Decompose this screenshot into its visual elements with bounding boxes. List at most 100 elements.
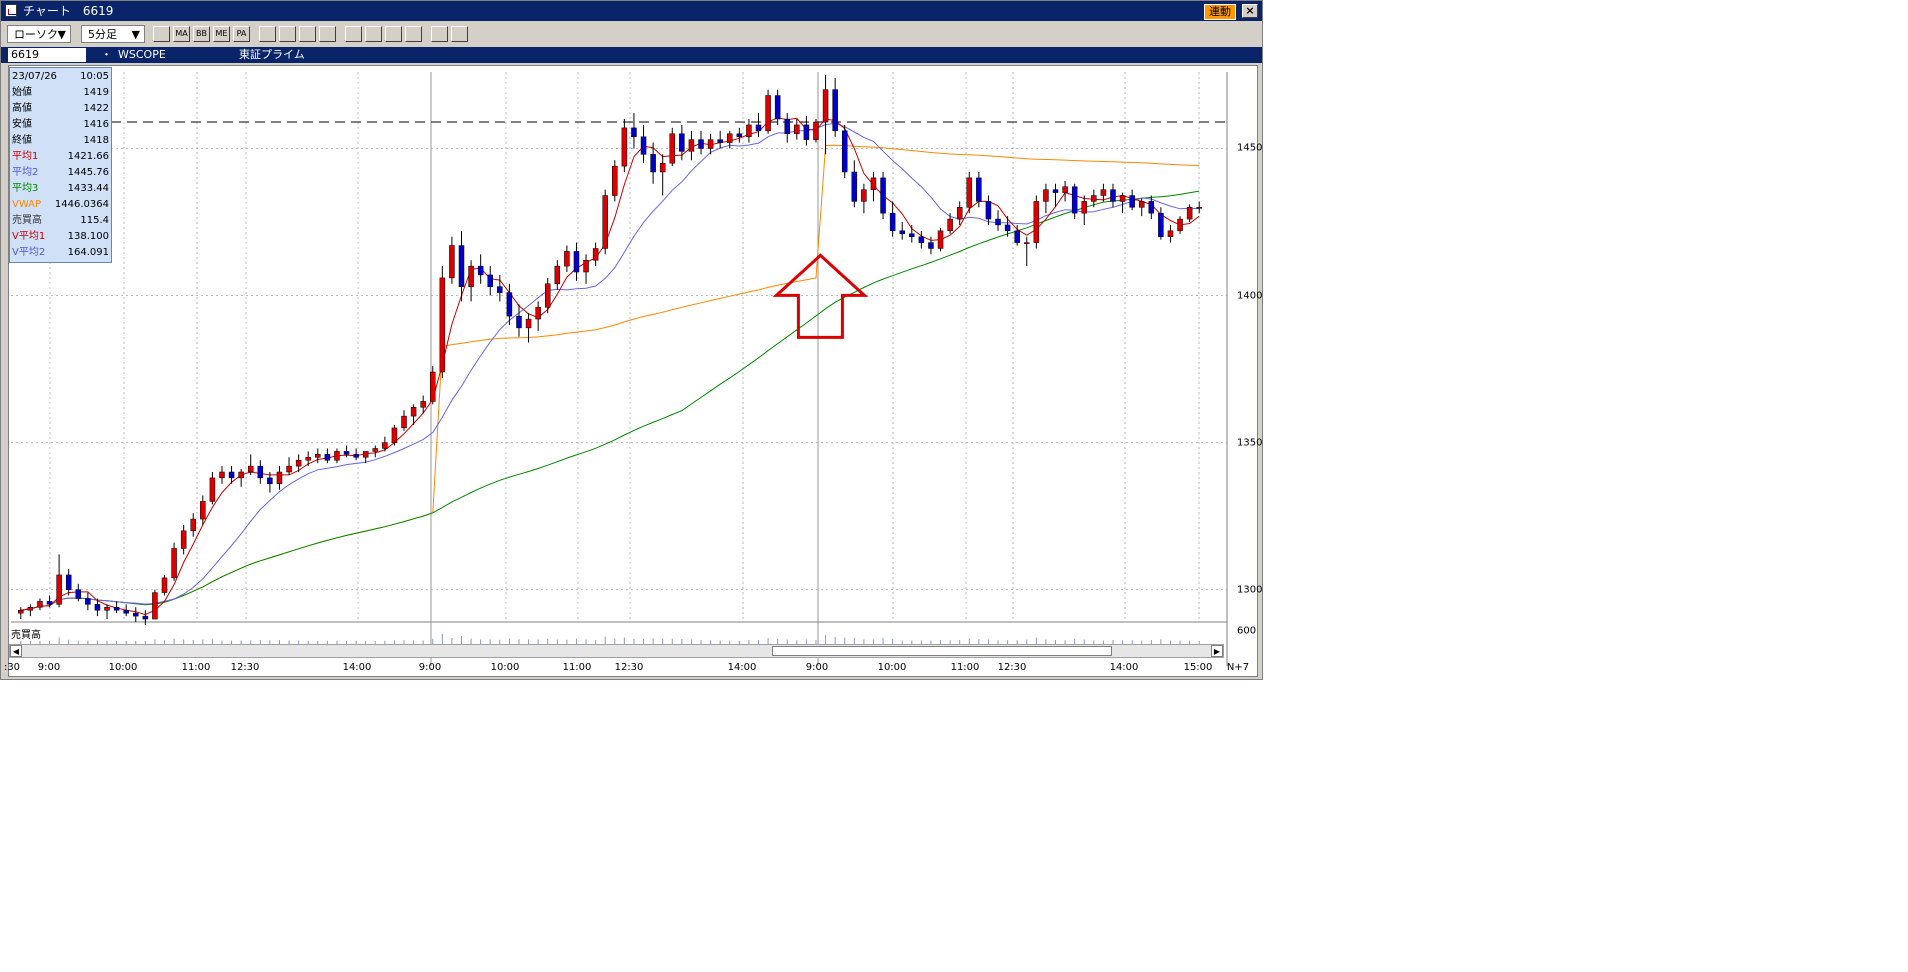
x-tick-label: 9:00 [418,662,442,673]
x-tick-label: 14:00 [342,662,372,673]
candle-body [1091,195,1097,202]
pencil-icon[interactable] [345,26,362,42]
chart-area[interactable]: 売買高 [8,65,1258,677]
info-row: VWAP 1446.0364 [12,197,109,213]
candle-body [573,251,580,273]
ma2-line [20,122,1200,611]
candle-body [650,154,656,173]
y-tick-label: 1300 [1237,584,1263,596]
search-zoom-icon[interactable] [431,26,448,42]
x-tick-label: 12:30 [614,662,644,673]
candle-body [219,471,225,479]
candle-body [458,245,465,287]
candlestick-chart[interactable]: 売買高 [9,66,1257,676]
x-tick-label: 14:00 [727,662,757,673]
y-tick-label: 1400 [1237,290,1263,302]
candle-body [525,318,532,329]
chevron-down-icon: ▼ [57,28,66,41]
info-date: 23/07/26 [12,71,57,82]
candle-body [18,609,24,614]
x-tick-label: 11:00 [950,662,980,673]
cursor-icon[interactable] [299,26,316,42]
info-label: 始値 [12,87,32,98]
candle-body [947,218,953,232]
ohlc-info-panel: 23/07/26 10:05 始値 1419 高値 1422 安値 1416 終値 1418 平… [9,67,112,263]
y-tick-label: 1350 [1237,437,1263,449]
candle-body [544,283,551,308]
cross-indicator-icon[interactable] [279,26,296,42]
candle-body [276,471,283,485]
title-bar[interactable]: チャート 6619 連動 × [1,1,1262,21]
candle-body [372,448,379,452]
candle-body [104,607,110,611]
toolbar: ローソク ▼ 5分足 ▼ MA BB ME PA [1,23,1262,45]
line-indicator-icon[interactable] [259,26,276,42]
scroll-right-icon[interactable]: ▶ [1211,645,1223,657]
symbol-code-input[interactable]: 6619 [8,48,86,62]
candle-body [755,124,762,132]
candle-body [1014,230,1020,243]
candle-body [180,530,187,549]
bar-chart-icon[interactable] [153,26,170,42]
info-label: 平均1 [12,151,39,162]
candle-body [1177,218,1183,232]
candle-body [362,451,369,458]
magnifier-icon[interactable] [319,26,336,42]
info-value: 1446.0364 [54,199,109,210]
scroll-left-icon[interactable]: ◀ [10,645,22,657]
candle-body [171,548,177,579]
candle-body [228,471,235,479]
candle-body [631,127,637,137]
candle-body [420,401,426,408]
candle-body [1129,195,1135,208]
candle-body [410,407,417,417]
sync-button[interactable]: 連動 [1204,4,1236,20]
candle-body [1196,207,1202,209]
x-tick-label: 11:00 [181,662,211,673]
x-tick-label: :30 [3,662,21,673]
eraser-icon[interactable] [385,26,402,42]
bollinger-icon[interactable]: BB [193,26,210,42]
candle-body [209,477,216,502]
ma1-line [20,117,1200,616]
candle-body [669,133,676,164]
moving-average-icon[interactable]: MA [173,26,190,42]
scrollbar-thumb[interactable] [772,646,1112,656]
candle-body [1043,189,1049,202]
ma3-line [20,190,1200,611]
market-name: 東証プライム [239,48,305,61]
trash-icon[interactable] [405,26,422,42]
candle-body [1148,201,1155,214]
candle-body [353,454,359,458]
candle-body [928,242,934,249]
fibonacci-icon[interactable] [451,26,468,42]
parabolic-icon[interactable]: PA [233,26,250,42]
chart-type-value: ローソク [14,28,58,41]
candle-body [717,139,723,143]
horizontal-scrollbar[interactable]: ◀ ▶ [9,644,1224,658]
chart-window-icon [5,4,17,17]
candle-body [1186,207,1193,220]
candle-body [56,574,62,605]
envelope-icon[interactable]: ME [213,26,230,42]
info-row: 終値 1418 [12,133,109,149]
candle-body [995,218,1001,226]
interval-value: 5分足 [88,28,117,41]
info-row: V平均2 164.091 [12,245,109,261]
info-value: 1433.44 [67,183,109,194]
candle-body [621,127,628,167]
x-tick-label: N+7 [1226,662,1250,673]
x-tick-label: 9:00 [805,662,829,673]
pointer-icon[interactable] [365,26,382,42]
candle-body [880,177,886,214]
symbol-name: WSCOPE [118,48,166,61]
candle-body [554,265,561,285]
info-value: 164.091 [67,247,109,258]
candle-body [640,136,647,155]
candle-body [430,371,436,402]
info-row: 売買高 115.4 [12,213,109,229]
candle-body [286,465,292,473]
interval-select[interactable]: 5分足 ▼ [81,25,145,43]
close-icon[interactable]: × [1242,4,1258,18]
chart-type-select[interactable]: ローソク ▼ [7,25,71,43]
